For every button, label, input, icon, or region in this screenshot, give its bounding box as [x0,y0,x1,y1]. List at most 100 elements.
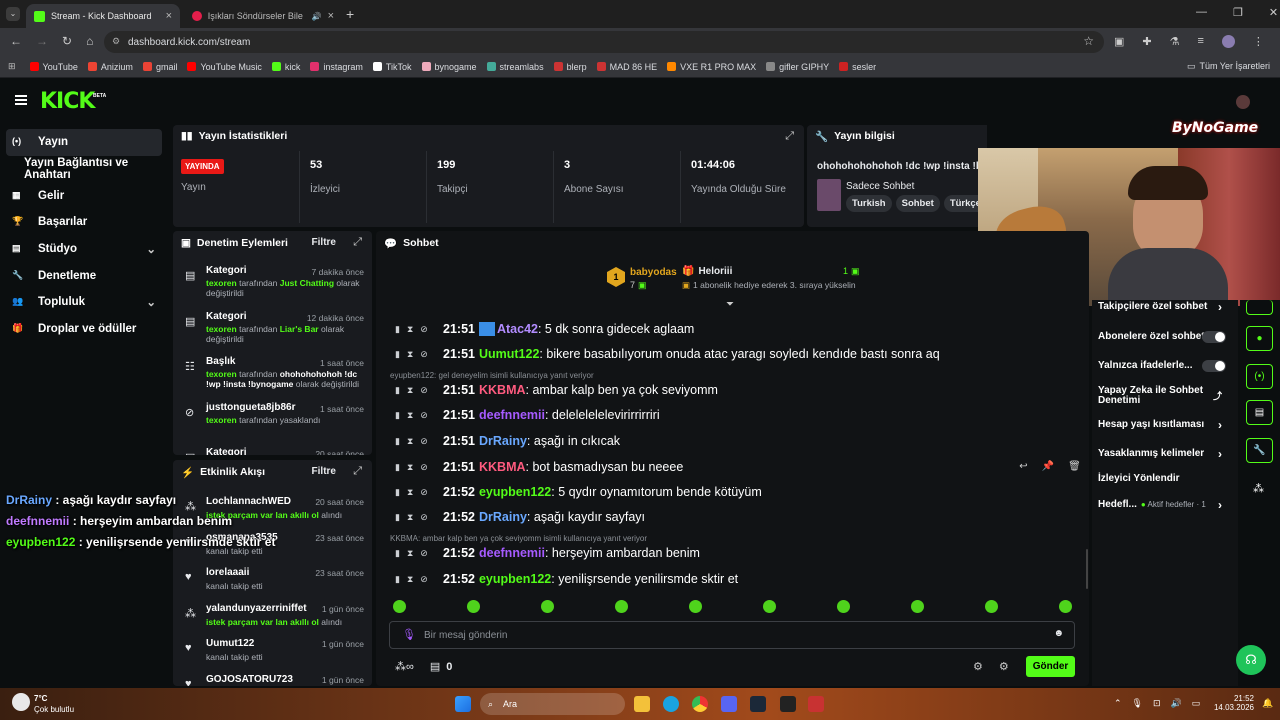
ban-icon[interactable]: ⊘ [420,512,428,523]
sidebar-item[interactable]: 🔧 Denetleme [0,262,170,289]
message-username[interactable]: KKBMA [479,460,526,474]
tab-kick-dashboard[interactable]: Stream - Kick Dashboard × [26,4,180,28]
chat-message[interactable]: ▮ ⧗ ⊘ 21:52 eyupben122: yenilişrsende yenili… [395,567,738,591]
timeout-icon[interactable]: ⧗ [407,548,413,559]
pin-tool-icon[interactable]: ▮ [395,410,400,421]
timeout-icon[interactable]: ⧗ [407,385,413,396]
settings-gear-icon[interactable]: ⚙ [973,660,983,673]
bookmark-item[interactable]: Anizium [87,62,133,72]
clock[interactable]: 21:52 14.03.2026 [1212,694,1254,712]
sidebar-item[interactable]: 👥 Topluluk ⌄ [0,289,170,316]
chat-scrollbar[interactable] [1086,549,1088,589]
tool-icon[interactable] [1246,300,1273,315]
close-tab-icon[interactable]: × [328,10,334,22]
popout-icon[interactable]: ⤢ [353,465,362,478]
bookmark-item[interactable]: kick [271,62,300,72]
quick-emote-icon[interactable] [615,600,628,613]
mod-action-item[interactable]: ▤Kategori20 saat önce [173,447,372,455]
bookmark-item[interactable]: bynogame [421,62,477,72]
chat-setting-item[interactable]: Hesap yaşı kısıtlaması › [1098,418,1224,432]
timeout-icon[interactable]: ⧗ [407,436,413,447]
kick-logo[interactable]: KICK [40,89,95,114]
chat-setting-item[interactable]: Yasaklanmış kelimeler › [1098,447,1224,461]
sidebar-item[interactable]: 🎁 Droplar ve ödüller [0,316,170,343]
chat-message[interactable]: ▮ ⧗ ⊘ 21:51 Uumut122: bikere basabılıyorum o… [395,342,940,366]
new-tab-icon[interactable]: + [346,6,354,22]
broadcast-icon[interactable]: (•) [1246,364,1273,389]
epic-games-icon[interactable] [780,696,796,712]
bookmark-item[interactable]: sesler [839,62,876,72]
chat-setting-item[interactable]: Abonelere özel sohbet [1098,330,1226,344]
ban-icon[interactable]: ⊘ [420,574,428,585]
message-username[interactable]: Atac42 [497,322,538,336]
ban-icon[interactable]: ⊘ [420,410,428,421]
sidebar-item[interactable]: ▤ Stüdyo ⌄ [0,236,170,263]
back-icon[interactable]: ← [10,34,22,48]
taskbar-search[interactable]: ⌕ Ara [480,693,625,715]
notification-icon[interactable]: 🔔 [1262,698,1273,709]
network-icon[interactable]: ⊡ [1153,698,1161,709]
pin-tool-icon[interactable]: ▮ [395,349,400,360]
timeout-icon[interactable]: ⧗ [407,324,413,335]
activity-item[interactable]: ♥ lorelaaaii 23 saat önce kanalı takip etti [173,567,372,603]
pin-tool-icon[interactable]: ▮ [395,324,400,335]
mod-tools-icon[interactable]: ⚙ [999,660,1009,673]
mod-action-item[interactable]: ▤ Kategori 12 dakika önce texoren tarafında… [173,311,372,357]
chat-message[interactable]: ▮ ⧗ ⊘ 21:51 Atac42: 5 dk sonra gidecek aglaa… [395,317,694,341]
mic-icon[interactable]: 🎙 [402,628,416,641]
chat-message[interactable]: ▮ ⧗ ⊘ 21:51 DrRainy: aşağı in cıkıcak [395,429,620,453]
mod-filter-button[interactable]: Filtre [312,237,336,248]
ban-icon[interactable]: ⊘ [420,462,428,473]
activity-item[interactable]: ♥ Uumut122 1 gün önce kanalı takip etti [173,638,372,674]
ban-icon[interactable]: ⊘ [420,548,428,559]
mod-action-item[interactable]: ⊘ justtongueta8jb86r 1 saat önce texoren ta… [173,402,372,448]
quick-emote-icon[interactable] [837,600,850,613]
pin-tool-icon[interactable]: ▮ [395,512,400,523]
chat-message[interactable]: ▮ ⧗ ⊘ 21:51 KKBMA: bot basmadıysan bu neeee [395,455,683,479]
chrome-icon[interactable] [692,696,708,712]
file-explorer-icon[interactable] [634,696,650,712]
minimize-icon[interactable]: — [1196,6,1207,19]
delete-icon[interactable]: 🗑 [1068,461,1081,472]
quick-emote-icon[interactable] [467,600,480,613]
pin-tool-icon[interactable]: ▮ [395,487,400,498]
message-username[interactable]: deefnnemii [479,546,545,560]
sidebar-item[interactable]: (•) Yayın [6,129,162,156]
bookmark-item[interactable]: YouTube Music [187,62,262,72]
ban-icon[interactable]: ⊘ [420,324,428,335]
ban-icon[interactable]: ⊘ [420,385,428,396]
chat-message[interactable]: ▮ ⧗ ⊘ 21:52 DrRainy: aşağı kaydır sayfayı [395,505,645,529]
ban-icon[interactable]: ⊘ [420,487,428,498]
bookmark-item[interactable]: YouTube [29,62,78,72]
more-tools-icon[interactable]: ⁂ [1253,482,1264,495]
forward-icon[interactable]: → [36,34,48,48]
tray-chevron-icon[interactable]: ⌃ [1114,698,1122,709]
chat-message[interactable]: ▮ ⧗ ⊘ 21:52 deefnnemii: herşeyim ambardan be… [395,541,700,565]
user-avatar[interactable] [1236,95,1250,109]
activity-filter-button[interactable]: Filtre [312,466,336,477]
bookmark-item[interactable]: TikTok [372,62,412,72]
setting-toggle[interactable] [1202,360,1226,372]
activity-item[interactable]: ⁂ yalandunyazerriniffet 1 gün önce istek pa… [173,603,372,639]
ban-icon[interactable]: ⊘ [420,436,428,447]
bookmark-item[interactable]: VXE R1 PRO MAX [667,62,756,72]
top-gifter-name[interactable]: babyodas [630,267,677,278]
media-icon[interactable]: ≡ [1198,35,1204,48]
timeout-icon[interactable]: ⧗ [407,410,413,421]
store-icon[interactable]: ▤ [430,660,440,673]
moderator-name[interactable]: texoren [206,278,237,288]
message-username[interactable]: eyupben122 [479,572,551,586]
site-info-icon[interactable]: ⚙ [112,36,120,47]
bookmark-item[interactable]: instagram [310,62,363,72]
all-bookmarks[interactable]: ▭ Tüm Yer İşaretleri [1187,61,1270,72]
quick-emote-icon[interactable] [911,600,924,613]
chat-setting-item[interactable]: Yalnızca ifadelerle... [1098,359,1226,373]
mod-action-item[interactable]: ☷ Başlık 1 saat önce texoren tarafından oho… [173,356,372,402]
volume-icon[interactable]: 🔊 [1171,698,1182,709]
quick-emote-icon[interactable] [689,600,702,613]
apps-grid-icon[interactable]: ⊞ [8,61,16,72]
stream-tag[interactable]: Sohbet [895,195,940,212]
popout-icon[interactable]: ⤢ [353,236,362,249]
stream-tag[interactable]: Turkish [846,195,892,212]
activity-item[interactable]: ♥ GOJOSATORU723 1 gün önce [173,674,372,687]
